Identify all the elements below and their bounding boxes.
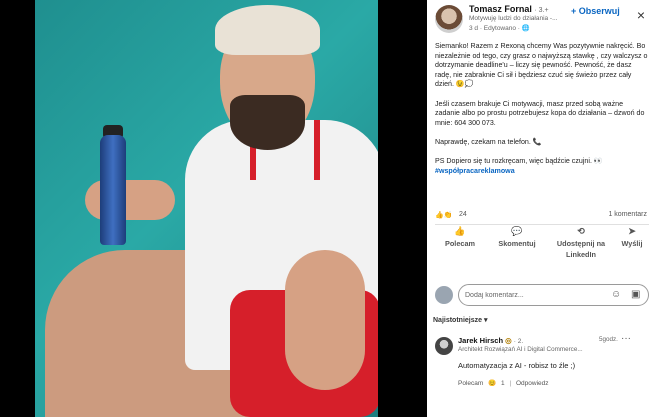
comment-composer: ☺ ▣ xyxy=(435,284,649,306)
comment-like-button[interactable]: Polecam xyxy=(458,380,483,387)
post-actions: 👍 Polecam 💬 Skomentuj ⟲ Udostępnij na Li… xyxy=(427,226,655,276)
post-meta-text: 3 d · Edytowano · xyxy=(469,25,522,32)
like-button[interactable]: 👍 Polecam xyxy=(435,226,485,249)
photo-arm xyxy=(285,250,365,390)
comment-sort-dropdown[interactable]: Najistotniejsze ▾ xyxy=(433,316,487,324)
emoji-icon[interactable]: ☺ xyxy=(611,289,621,301)
share-button[interactable]: ⟲ Udostępnij na LinkedIn xyxy=(552,226,610,260)
reactions-count[interactable]: 24 xyxy=(459,211,467,218)
send-button[interactable]: ➤ Wyślij xyxy=(613,226,651,249)
post-paragraph: PS Dopiero się tu rozkręcam, więc bądźci… xyxy=(435,157,603,166)
author-name-text[interactable]: Tomasz Fornal xyxy=(469,4,532,14)
share-label: Udostępnij na LinkedIn xyxy=(556,239,606,259)
commenter-name[interactable]: Jarek Hirsch ◎ · 2. xyxy=(458,336,523,345)
post-paragraph: Naprawdę, czekam na telefon. 📞 xyxy=(435,137,542,146)
image-icon[interactable]: ▣ xyxy=(631,289,640,301)
social-counts: 👍👏 24 1 komentarz xyxy=(435,211,649,221)
post-photo xyxy=(35,0,378,417)
post-meta: 3 d · Edytowano · 🌐 xyxy=(469,24,530,32)
comment-text: Automatyzacja z AI - robisz to źle ;) xyxy=(458,361,576,370)
comment-time: 5godz. xyxy=(599,336,618,343)
post-detail-panel: Tomasz Fornal · 3.+ Motywuję ludzi do dz… xyxy=(427,0,655,417)
photo-hair xyxy=(215,5,320,55)
photo-beard xyxy=(230,95,305,150)
verified-badge-icon: ◎ xyxy=(505,336,512,345)
post-header: Tomasz Fornal · 3.+ Motywuję ludzi do dz… xyxy=(427,0,655,38)
comment-item: Jarek Hirsch ◎ · 2. Architekt Rozwiązań … xyxy=(435,333,649,413)
hashtag-link[interactable]: #współpracareklamowa xyxy=(435,167,649,177)
like-reaction-icon: 👍 xyxy=(435,212,444,219)
celebrate-reaction-icon: 👏 xyxy=(443,212,453,219)
divider xyxy=(435,224,649,225)
globe-icon: 🌐 xyxy=(521,25,530,32)
reaction-icons[interactable]: 👍👏 xyxy=(435,211,452,219)
author-avatar[interactable] xyxy=(435,5,463,33)
thumbs-up-icon: 👍 xyxy=(454,226,466,236)
author-headline: Motywuję ludzi do działania -... xyxy=(469,15,558,22)
repost-icon: ⟲ xyxy=(577,226,585,236)
send-icon: ➤ xyxy=(628,226,636,236)
deodorant-can xyxy=(100,135,126,245)
separator: | xyxy=(509,380,512,387)
comment-button[interactable]: 💬 Skomentuj xyxy=(490,226,544,249)
post-body: Siemanko! Razem z Rexoną chcemy Was pozy… xyxy=(435,42,649,176)
commenter-headline: Architekt Rozwiązań AI i Digital Commerc… xyxy=(458,346,583,353)
post-image-viewer xyxy=(0,0,427,417)
commenter-degree: · 2. xyxy=(513,338,524,345)
comments-count[interactable]: 1 komentarz xyxy=(608,211,647,218)
commenter-avatar[interactable] xyxy=(435,337,453,355)
follow-button[interactable]: + Obserwuj xyxy=(571,6,620,16)
send-label: Wyślij xyxy=(621,239,643,248)
more-options-icon[interactable]: ··· xyxy=(621,333,631,344)
comment-actions: Polecam 😊 1 | Odpowiedz xyxy=(458,379,552,387)
photo-hand xyxy=(85,180,175,220)
close-icon[interactable]: × xyxy=(631,5,651,25)
comment-label: Skomentuj xyxy=(498,239,536,248)
reply-button[interactable]: Odpowiedz xyxy=(516,380,549,387)
post-paragraph: Siemanko! Razem z Rexoną chcemy Was pozy… xyxy=(435,42,648,89)
author-name[interactable]: Tomasz Fornal · 3.+ xyxy=(469,4,549,14)
comment-icon: 💬 xyxy=(511,226,523,236)
commenter-name-text[interactable]: Jarek Hirsch xyxy=(458,336,503,345)
author-degree: · 3.+ xyxy=(534,7,549,14)
comment-like-count[interactable]: 1 xyxy=(501,380,505,387)
comment-reaction-icons: 😊 xyxy=(488,380,497,387)
post-paragraph: Jeśli czasem brakuje Ci motywacji, masz … xyxy=(435,99,645,127)
like-label: Polecam xyxy=(444,239,475,248)
current-user-avatar xyxy=(435,286,453,304)
